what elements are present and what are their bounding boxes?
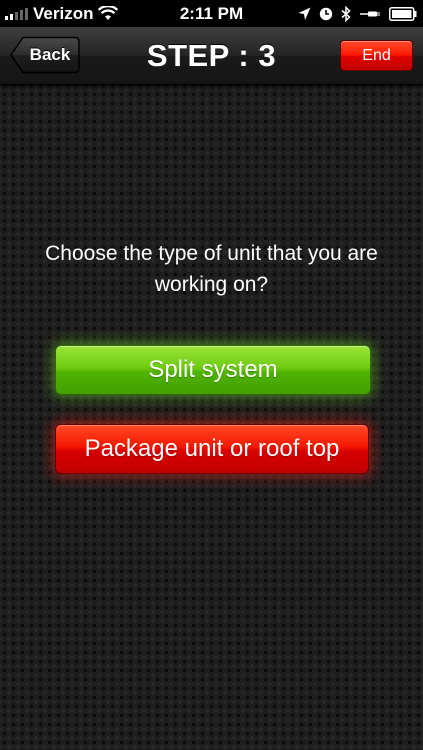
bluetooth-icon <box>341 5 351 22</box>
alarm-icon <box>319 7 333 20</box>
back-button[interactable]: Back <box>10 36 80 74</box>
status-right <box>298 0 417 27</box>
nav-bar: Back STEP : 3 End <box>0 27 423 85</box>
status-bar: Verizon 2:11 PM <box>0 0 423 27</box>
back-button-label: Back <box>29 45 71 64</box>
page-title: STEP : 3 <box>146 38 277 73</box>
location-icon <box>298 7 311 20</box>
app-screen: Verizon 2:11 PM Back STEP: 3 End Choose… <box>0 0 423 750</box>
package-unit-button[interactable]: Package unit or roof top <box>55 424 369 474</box>
split-system-button[interactable]: Split system <box>55 345 371 395</box>
battery-icon <box>389 6 417 21</box>
question-text: Choose the type of unit that you are wor… <box>45 242 378 296</box>
end-button[interactable]: End <box>340 40 413 71</box>
charging-plug-icon <box>360 11 380 16</box>
